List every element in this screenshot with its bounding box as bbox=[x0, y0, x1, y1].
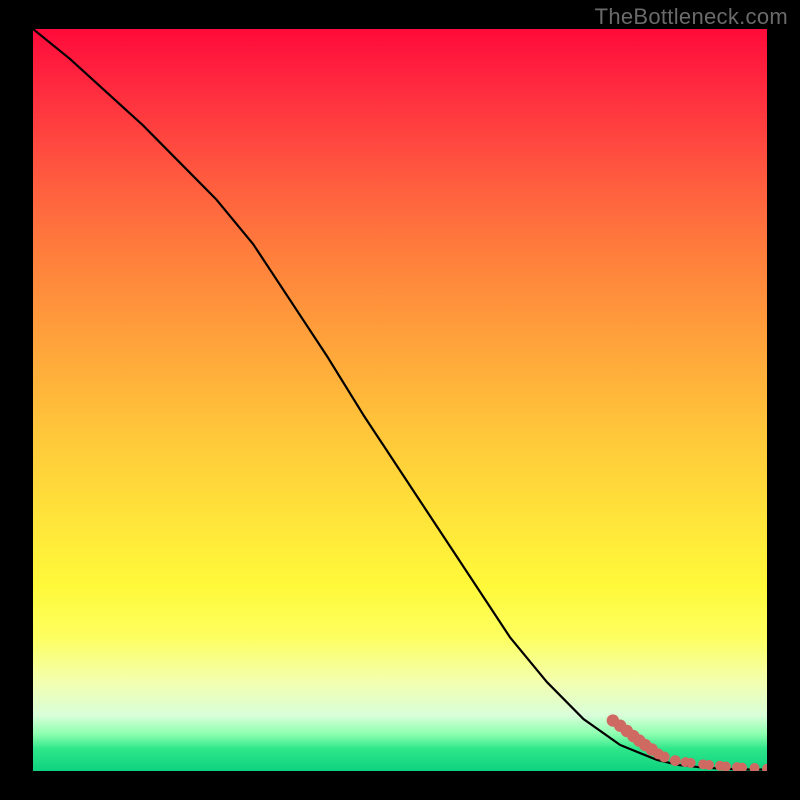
marker-dot bbox=[659, 752, 670, 763]
marker-cluster bbox=[607, 714, 767, 771]
marker-dot bbox=[762, 764, 767, 771]
main-curve bbox=[33, 29, 767, 770]
plot-area bbox=[33, 29, 767, 771]
watermark-text: TheBottleneck.com bbox=[595, 4, 788, 30]
marker-dot bbox=[670, 755, 681, 766]
chart-frame: TheBottleneck.com bbox=[0, 0, 800, 800]
marker-dot bbox=[704, 760, 714, 770]
chart-overlay bbox=[33, 29, 767, 771]
marker-dot bbox=[750, 763, 760, 771]
marker-dot bbox=[686, 758, 696, 768]
